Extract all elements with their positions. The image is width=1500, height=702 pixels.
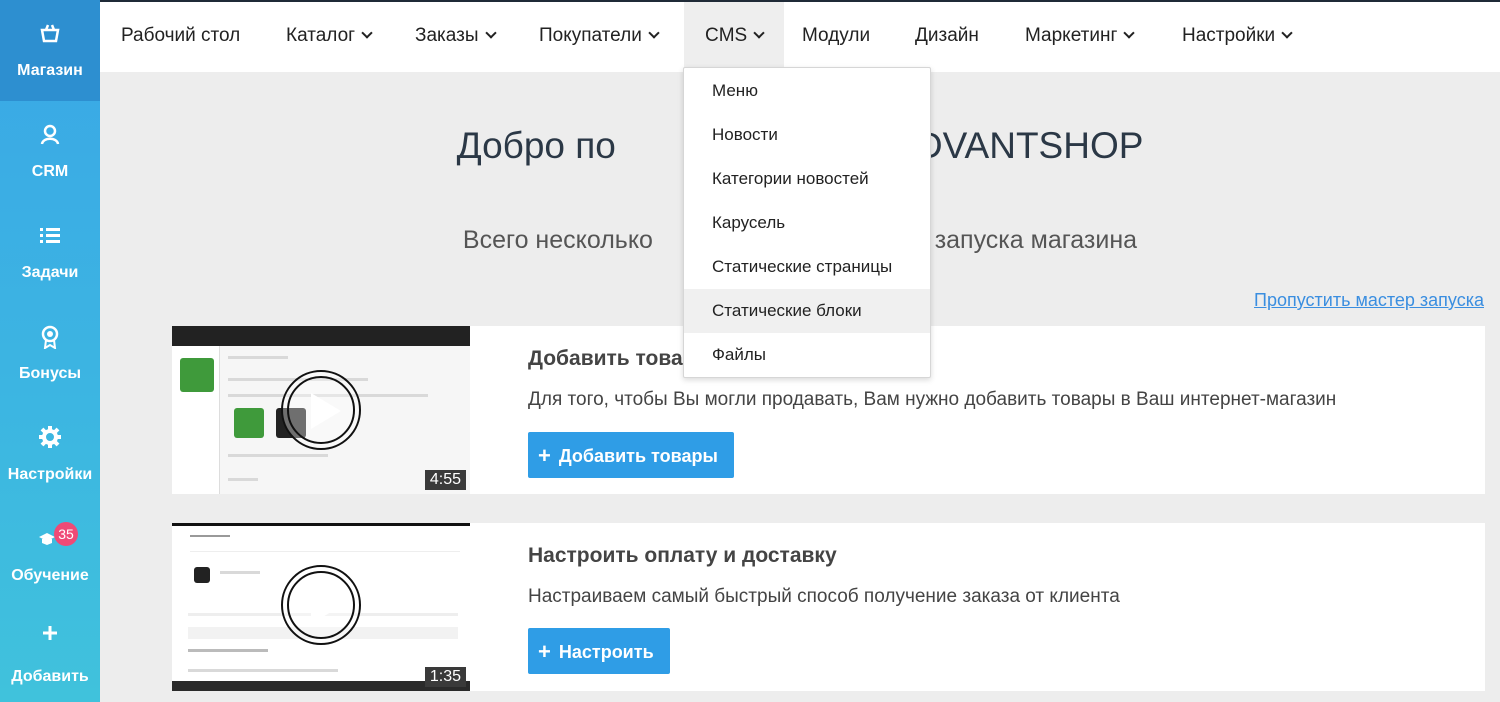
step-title: Настроить оплату и доставку xyxy=(528,544,837,567)
page-title-left: Добро по xyxy=(456,125,616,166)
sidebar-item-label: Задачи xyxy=(21,264,79,281)
nav-item-label: Модули xyxy=(802,25,871,46)
nav-item-settings[interactable]: Настройки xyxy=(1161,2,1312,72)
page-title-right: DVANTSHOP xyxy=(915,125,1144,166)
notification-badge: 35 xyxy=(54,522,78,546)
configure-button[interactable]: + Настроить xyxy=(528,628,670,674)
nav-item-label: CMS xyxy=(705,25,748,46)
thumbnail-line xyxy=(190,551,460,552)
nav-item-label: Маркетинг xyxy=(1025,25,1118,46)
medal-icon xyxy=(0,325,100,349)
page-subtitle-right: от запуска магазина xyxy=(902,226,1138,254)
video-thumbnail[interactable]: 1:35 xyxy=(172,523,470,691)
nav-item-cms[interactable]: CMS xyxy=(684,2,785,72)
button-label: Настроить xyxy=(558,642,654,662)
page-subtitle-left: Всего несколько xyxy=(462,226,653,254)
sidebar-item-add[interactable]: Добавить xyxy=(0,606,100,702)
sidebar-item-crm[interactable]: CRM xyxy=(0,101,100,202)
nav-item-label: Заказы xyxy=(415,25,479,46)
sidebar-item-learning[interactable]: Обучение xyxy=(0,505,100,606)
menu-item-carousel[interactable]: Карусель xyxy=(684,201,930,245)
sidebar-item-tasks[interactable]: Задачи xyxy=(0,202,100,303)
tshirt-image xyxy=(234,408,264,438)
tshirt-image xyxy=(180,358,214,392)
thumbnail-header xyxy=(172,523,470,543)
plus-icon: + xyxy=(538,443,551,468)
thumbnail-line xyxy=(228,478,258,481)
button-label: Добавить товары xyxy=(558,446,718,466)
play-icon[interactable] xyxy=(281,565,361,645)
video-duration: 1:35 xyxy=(424,667,466,687)
nav-item-dashboard[interactable]: Рабочий стол xyxy=(100,2,261,72)
thumbnail-line xyxy=(190,535,230,537)
nav-item-label: Каталог xyxy=(286,25,356,46)
video-thumbnail[interactable]: 4:55 xyxy=(172,326,470,494)
chevron-down-icon xyxy=(1123,27,1136,39)
gear-icon xyxy=(0,426,100,450)
menu-item-static-blocks[interactable]: Статические блоки xyxy=(684,289,930,333)
menu-item-static-pages[interactable]: Статические страницы xyxy=(684,245,930,289)
nav-item-label: Дизайн xyxy=(915,25,979,46)
nav-item-label: Рабочий стол xyxy=(121,25,241,46)
plus-icon xyxy=(0,626,100,650)
thumbnail-header xyxy=(172,326,470,346)
skip-wizard-link[interactable]: Пропустить мастер запуска xyxy=(1254,290,1484,311)
step-description: Настраиваем самый быстрый способ получен… xyxy=(528,586,1120,607)
sidebar-item-label: Добавить xyxy=(11,668,89,685)
step-card: 1:35 Настроить оплату и доставку Настраи… xyxy=(172,523,1485,691)
menu-item-news[interactable]: Новости xyxy=(684,113,930,157)
top-navigation: Рабочий стол Каталог Заказы Покупатели C… xyxy=(100,0,1500,72)
add-products-button[interactable]: + Добавить товары xyxy=(528,432,734,478)
thumbnail-line xyxy=(228,454,328,457)
user-icon xyxy=(0,123,100,147)
chevron-down-icon xyxy=(753,27,765,39)
nav-item-design[interactable]: Дизайн xyxy=(894,2,1000,72)
sidebar-item-settings[interactable]: Настройки xyxy=(0,404,100,505)
cms-dropdown-menu: Меню Новости Категории новостей Карусель… xyxy=(683,67,931,378)
thumbnail-line xyxy=(188,649,268,652)
nav-item-marketing[interactable]: Маркетинг xyxy=(1004,2,1154,72)
menu-item-files[interactable]: Файлы xyxy=(684,333,930,377)
sidebar-item-label: Магазин xyxy=(17,62,83,79)
play-icon[interactable] xyxy=(281,370,361,450)
sidebar-item-label: Настройки xyxy=(7,466,93,483)
chevron-down-icon xyxy=(648,27,660,39)
list-icon xyxy=(0,224,100,248)
thumbnail-line xyxy=(228,356,288,359)
step-title: Добавить товар xyxy=(528,347,696,370)
nav-item-orders[interactable]: Заказы xyxy=(394,2,516,72)
chevron-down-icon xyxy=(484,27,497,39)
graduation-cap-icon xyxy=(0,527,100,551)
sidebar-item-bonuses[interactable]: Бонусы xyxy=(0,303,100,404)
thumbnail-line xyxy=(188,669,338,672)
sidebar-item-label: Обучение xyxy=(11,567,89,584)
sidebar-item-label: CRM xyxy=(31,163,69,180)
sidebar-item-shop[interactable]: Магазин xyxy=(0,0,100,101)
nav-item-customers[interactable]: Покупатели xyxy=(518,2,679,72)
thumbnail-line xyxy=(220,571,260,574)
menu-item-news-categories[interactable]: Категории новостей xyxy=(684,157,930,201)
nav-item-modules[interactable]: Модули xyxy=(781,2,891,72)
plus-icon: + xyxy=(538,639,551,664)
video-duration: 4:55 xyxy=(424,470,466,490)
nav-item-catalog[interactable]: Каталог xyxy=(265,2,392,72)
step-description: Для того, чтобы Вы могли продавать, Вам … xyxy=(528,389,1337,410)
nav-item-label: Настройки xyxy=(1182,25,1276,46)
basket-icon xyxy=(0,22,100,46)
sidebar-item-label: Бонусы xyxy=(19,365,81,382)
chevron-down-icon xyxy=(361,27,373,39)
menu-item-menu[interactable]: Меню xyxy=(684,69,930,113)
nav-item-label: Покупатели xyxy=(539,25,642,46)
tshirt-image xyxy=(194,567,210,583)
chevron-down-icon xyxy=(1281,27,1293,39)
sidebar: Магазин CRM Задачи Бонусы Настройки Обуч… xyxy=(0,0,100,702)
